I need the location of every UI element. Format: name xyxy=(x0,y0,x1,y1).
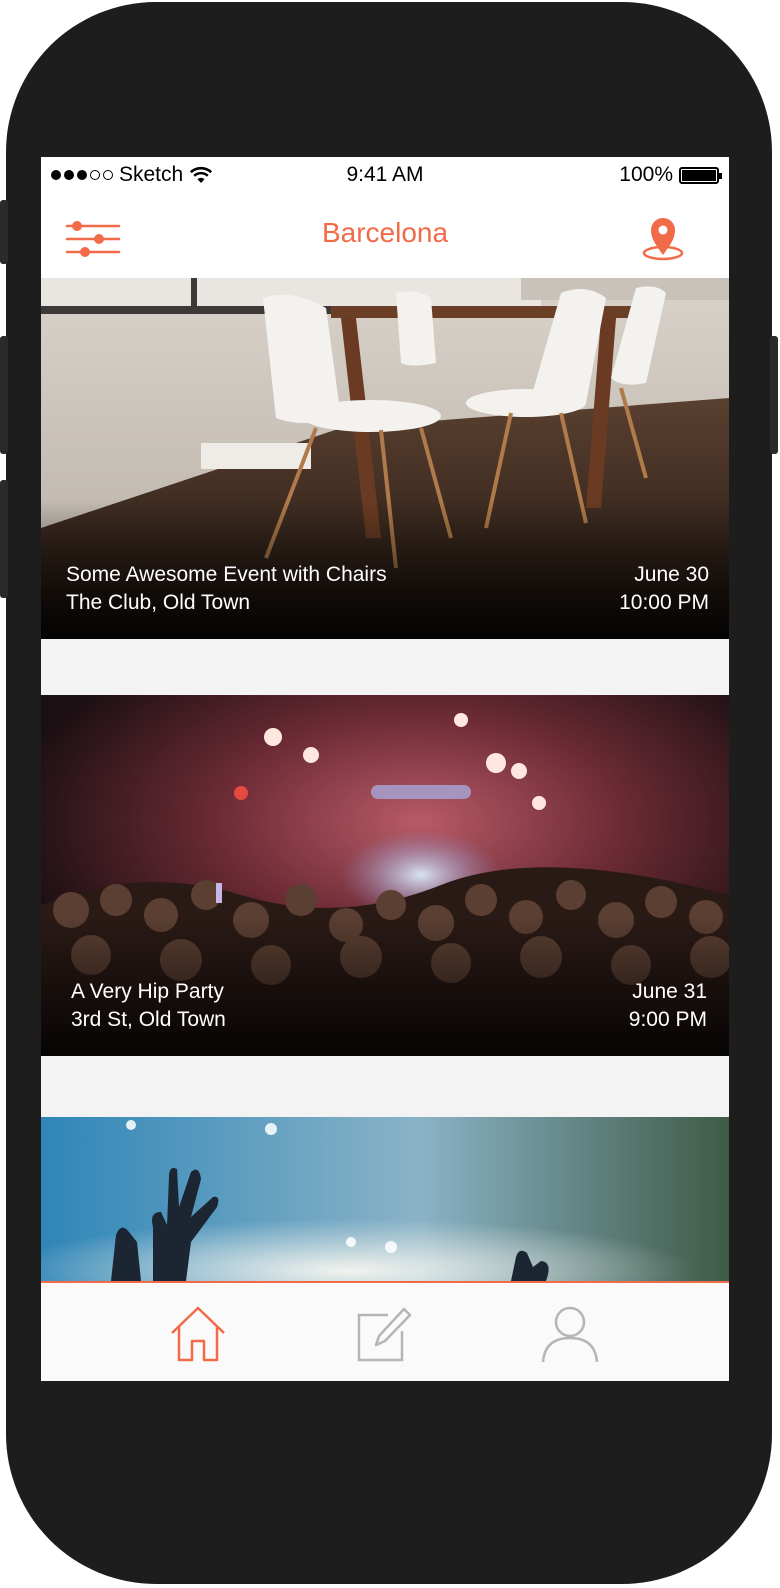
mute-switch xyxy=(0,200,8,264)
battery-icon xyxy=(679,166,722,184)
event-date: June 31 xyxy=(632,980,707,1003)
page-title: Barcelona xyxy=(321,217,449,248)
event-title: A Very Hip Party xyxy=(71,980,224,1003)
home-icon xyxy=(171,1306,225,1362)
tab-home[interactable] xyxy=(168,1305,228,1363)
event-venue: The Club, Old Town xyxy=(66,591,251,614)
tab-profile[interactable] xyxy=(540,1305,600,1363)
profile-icon xyxy=(541,1306,599,1363)
event-venue: 3rd St, Old Town xyxy=(71,1008,226,1031)
tab-compose[interactable] xyxy=(354,1305,414,1363)
event-info: A Very Hip Party 3rd St, Old Town June 3… xyxy=(71,978,707,1034)
event-date: June 30 xyxy=(634,563,709,586)
power-button xyxy=(770,336,778,454)
event-info: Some Awesome Event with Chairs The Club,… xyxy=(66,561,709,617)
battery-percent: 100% xyxy=(619,163,673,186)
status-bar: Sketch 9:41 AM 100% xyxy=(41,157,729,193)
event-time: 9:00 PM xyxy=(628,1008,707,1031)
tab-bar xyxy=(41,1281,729,1381)
event-photo-concert-lights xyxy=(41,1117,729,1281)
event-card[interactable]: Some Awesome Event with Chairs The Club,… xyxy=(41,278,729,639)
battery-status: 100% xyxy=(619,163,722,187)
event-time: 10:00 PM xyxy=(619,591,709,614)
location-pin-icon xyxy=(642,218,684,261)
volume-up-button xyxy=(0,336,8,454)
event-card[interactable] xyxy=(41,1117,729,1281)
event-card[interactable]: A Very Hip Party 3rd St, Old Town June 3… xyxy=(41,695,729,1056)
volume-down-button xyxy=(0,480,8,598)
compose-icon xyxy=(357,1307,412,1362)
event-title: Some Awesome Event with Chairs xyxy=(66,563,387,586)
location-button[interactable] xyxy=(641,215,685,261)
app-screen: Sketch 9:41 AM 100% Barcelona Some Aweso… xyxy=(41,157,729,1381)
navigation-bar: Barcelona xyxy=(41,193,729,278)
